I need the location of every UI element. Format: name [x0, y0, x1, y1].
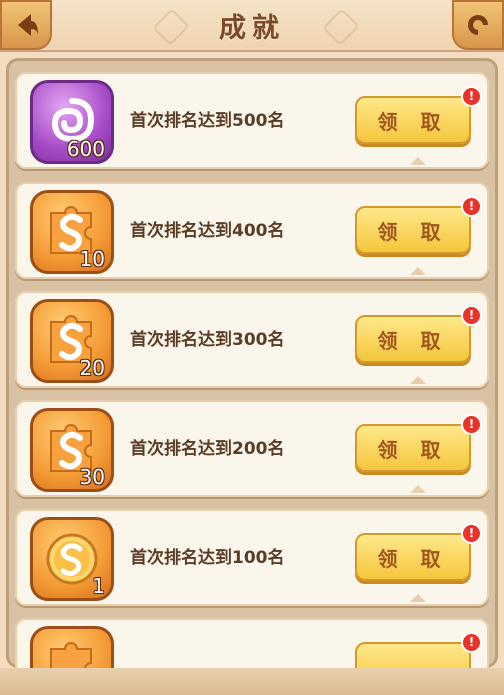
- reward-quantity: 10: [79, 247, 105, 271]
- achievement-description: 首次排名达到200名: [130, 439, 285, 459]
- achievement-row: 20 首次排名达到300名 领 取 !: [15, 291, 489, 388]
- alert-badge: !: [461, 414, 482, 435]
- achievement-row: 1 首次排名达到100名 领 取 !: [15, 509, 489, 606]
- alert-badge: !: [461, 305, 482, 326]
- reward-item[interactable]: 20: [30, 299, 114, 383]
- reward-quantity: 30: [79, 465, 105, 489]
- achievement-row: 30 首次排名达到200名 领 取 !: [15, 400, 489, 497]
- alert-badge: !: [461, 523, 482, 544]
- achievement-description: 首次排名达到400名: [130, 221, 285, 241]
- header-bar: 成就: [0, 0, 504, 52]
- claim-button[interactable]: 领 取: [355, 315, 471, 363]
- achievement-description: 首次排名达到300名: [130, 330, 285, 350]
- pointer-icon: [410, 485, 426, 493]
- back-button[interactable]: [0, 0, 52, 50]
- reward-quantity: 1: [92, 574, 105, 598]
- reward-item[interactable]: 600: [30, 80, 114, 164]
- reward-item[interactable]: [30, 626, 114, 668]
- claim-button[interactable]: [355, 642, 471, 668]
- menu-button[interactable]: [452, 0, 504, 50]
- achievement-row: !: [15, 618, 489, 668]
- reward-quantity: 20: [79, 356, 105, 380]
- back-arrow-icon: [18, 14, 38, 36]
- page-title: 成就: [219, 13, 285, 44]
- reward-item[interactable]: 10: [30, 190, 114, 274]
- alert-badge: !: [461, 632, 482, 653]
- reward-quantity: 600: [66, 137, 105, 161]
- alert-badge: !: [461, 196, 482, 217]
- claim-button[interactable]: 领 取: [355, 206, 471, 254]
- achievement-row: 600 首次排名达到500名 领 取 !: [15, 72, 489, 169]
- puzzle-s-icon: [50, 642, 92, 668]
- pointer-icon: [410, 267, 426, 275]
- alert-badge: !: [461, 86, 482, 107]
- achievement-description: 首次排名达到500名: [130, 111, 285, 131]
- claim-button[interactable]: 领 取: [355, 533, 471, 581]
- achievement-description: 首次排名达到100名: [130, 548, 285, 568]
- achievement-row: 10 首次排名达到400名 领 取 !: [15, 182, 489, 279]
- footer-decor: [0, 668, 504, 695]
- claim-button[interactable]: 领 取: [355, 96, 471, 144]
- swirl-icon: [468, 15, 488, 35]
- pointer-icon: [410, 376, 426, 384]
- pointer-icon: [410, 157, 426, 165]
- reward-item[interactable]: 1: [30, 517, 114, 601]
- claim-button[interactable]: 领 取: [355, 424, 471, 472]
- reward-item[interactable]: 30: [30, 408, 114, 492]
- pointer-icon: [410, 594, 426, 602]
- achievement-list[interactable]: 600 首次排名达到500名 领 取 ! 10 首次排名达到400名 领 取 !…: [6, 58, 498, 668]
